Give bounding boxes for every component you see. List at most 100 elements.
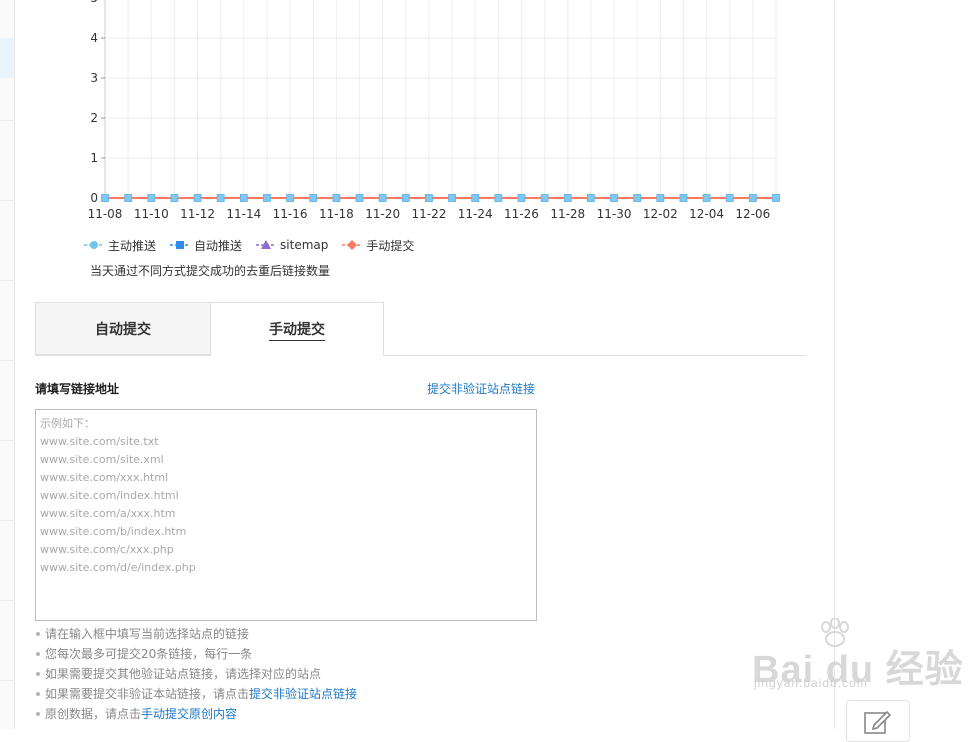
tab-auto-submit[interactable]: 自动提交 <box>35 302 210 355</box>
x-tick-label: 11-24 <box>458 207 493 221</box>
submit-method-tabs: 自动提交 手动提交 <box>35 302 806 356</box>
data-point[interactable] <box>517 194 526 202</box>
data-point[interactable] <box>471 194 480 202</box>
legend-label: 手动提交 <box>366 238 415 253</box>
chart-caption: 当天通过不同方式提交成功的去重后链接数量 <box>90 264 331 278</box>
data-point[interactable] <box>378 194 387 202</box>
tip-text: 如果需要提交其他验证站点链接，请选择对应的站点 <box>45 667 322 681</box>
left-sidebar-divider <box>0 600 14 601</box>
data-point[interactable] <box>286 194 295 202</box>
y-tick-label: 1 <box>90 151 98 165</box>
data-point[interactable] <box>216 194 225 202</box>
tab-manual-submit[interactable]: 手动提交 <box>210 302 384 356</box>
tab-label: 手动提交 <box>269 319 325 341</box>
data-point[interactable] <box>563 194 572 202</box>
tip-unverified-link[interactable]: 提交非验证站点链接 <box>249 687 357 701</box>
data-point[interactable] <box>586 194 595 202</box>
legend-item-manual-submit[interactable]: 手动提交 <box>342 237 414 254</box>
x-tick-label: 11-30 <box>597 207 632 221</box>
placeholder-line: www.site.com/index.html <box>40 489 179 502</box>
data-point[interactable] <box>748 194 757 202</box>
x-tick-label: 11-22 <box>411 207 446 221</box>
data-point[interactable] <box>425 194 433 202</box>
baidu-jingyan-watermark: Bai du 经验 jingyan.baidu.com <box>752 618 963 691</box>
data-point[interactable] <box>401 194 410 202</box>
data-point[interactable] <box>772 194 780 202</box>
data-point[interactable] <box>656 194 665 202</box>
legend-item-auto-push[interactable]: 自动推送 <box>170 237 242 254</box>
left-sidebar-divider <box>0 360 14 361</box>
tab-label: 自动提交 <box>95 321 151 338</box>
data-point[interactable] <box>494 194 503 202</box>
y-tick-label: 2 <box>90 111 98 125</box>
placeholder-line: www.site.com/xxx.html <box>40 471 169 484</box>
data-point[interactable] <box>633 194 642 202</box>
legend-label: sitemap <box>280 238 329 252</box>
tips-list: 请在输入框中填写当前选择站点的链接 您每次最多可提交20条链接，每行一条 如果需… <box>35 624 357 724</box>
data-point[interactable] <box>540 194 549 202</box>
x-tick-label: 11-10 <box>134 207 169 221</box>
x-tick-label: 11-20 <box>365 207 400 221</box>
data-point[interactable] <box>332 194 341 202</box>
legend-label: 主动推送 <box>108 238 157 253</box>
data-point[interactable] <box>124 194 133 202</box>
data-point[interactable] <box>101 194 109 202</box>
url-input-label: 请填写链接地址 <box>35 382 120 396</box>
data-point[interactable] <box>147 194 156 202</box>
tip-item: 原创数据，请点击手动提交原创内容 <box>35 704 357 724</box>
left-sidebar-divider <box>0 280 14 281</box>
data-point[interactable] <box>239 194 248 202</box>
placeholder-line: 示例如下： <box>40 417 95 430</box>
legend-triangle-marker-icon <box>256 240 277 249</box>
data-point[interactable] <box>702 194 711 202</box>
left-sidebar-divider <box>0 520 14 521</box>
tip-text: 原创数据，请点击 <box>45 707 142 721</box>
legend-item-sitemap[interactable]: sitemap <box>256 238 328 252</box>
left-sidebar-divider <box>0 440 14 441</box>
tip-text: 如果需要提交非验证本站链接，请点击 <box>45 687 250 701</box>
data-point[interactable] <box>193 194 202 202</box>
left-sidebar-active-item[interactable] <box>0 38 14 78</box>
placeholder-line: www.site.com/d/e/index.php <box>40 561 196 574</box>
data-point[interactable] <box>170 194 179 202</box>
tip-item: 如果需要提交非验证本站链接，请点击提交非验证站点链接 <box>35 684 357 704</box>
x-tick-label: 11-28 <box>550 207 585 221</box>
placeholder-line: www.site.com/site.xml <box>40 453 164 466</box>
placeholder-line: www.site.com/b/index.htm <box>40 525 187 538</box>
submit-unverified-link[interactable]: 提交非验证站点链接 <box>427 380 535 397</box>
left-sidebar <box>0 0 15 729</box>
legend-circle-marker-icon <box>84 241 104 249</box>
tip-text: 您每次最多可提交20条链接，每行一条 <box>45 647 253 661</box>
tip-item: 请在输入框中填写当前选择站点的链接 <box>35 624 357 644</box>
legend-square-marker-icon <box>170 241 191 249</box>
tabs-baseline <box>35 355 806 356</box>
legend-item-active-push[interactable]: 主动推送 <box>84 237 156 254</box>
x-tick-label: 11-26 <box>504 207 539 221</box>
x-tick-label: 11-12 <box>180 207 215 221</box>
tip-item: 您每次最多可提交20条链接，每行一条 <box>35 644 357 664</box>
x-tick-label: 11-16 <box>273 207 308 221</box>
tip-original-content-link[interactable]: 手动提交原创内容 <box>141 707 237 721</box>
x-tick-label: 11-14 <box>226 207 261 221</box>
url-textarea[interactable]: 示例如下： www.site.com/site.txt www.site.com… <box>35 409 537 621</box>
data-point[interactable] <box>263 194 271 202</box>
placeholder-line: www.site.com/a/xxx.htm <box>40 507 176 520</box>
submission-line-chart: 0 1 2 3 4 5 11-08 11-10 11-12 11-14 11-16 11-18 11-2… <box>88 0 780 221</box>
x-tick-label: 12-04 <box>689 207 724 221</box>
y-tick-label: 0 <box>90 191 98 205</box>
data-point[interactable] <box>309 194 318 202</box>
tip-item: 如果需要提交其他验证站点链接，请选择对应的站点 <box>35 664 357 684</box>
y-tick-label: 5 <box>90 0 98 5</box>
edit-icon <box>864 710 892 734</box>
x-tick-label: 11-18 <box>319 207 354 221</box>
y-tick-label: 4 <box>90 31 98 45</box>
data-point[interactable] <box>355 194 364 202</box>
placeholder-line: www.site.com/c/xxx.php <box>40 543 174 556</box>
data-point[interactable] <box>610 194 618 202</box>
data-point[interactable] <box>725 194 734 202</box>
placeholder-line: www.site.com/site.txt <box>40 435 159 448</box>
data-point[interactable] <box>679 194 688 202</box>
data-point[interactable] <box>448 194 456 202</box>
feedback-button[interactable] <box>846 700 910 742</box>
legend-diamond-marker-icon <box>342 240 363 250</box>
